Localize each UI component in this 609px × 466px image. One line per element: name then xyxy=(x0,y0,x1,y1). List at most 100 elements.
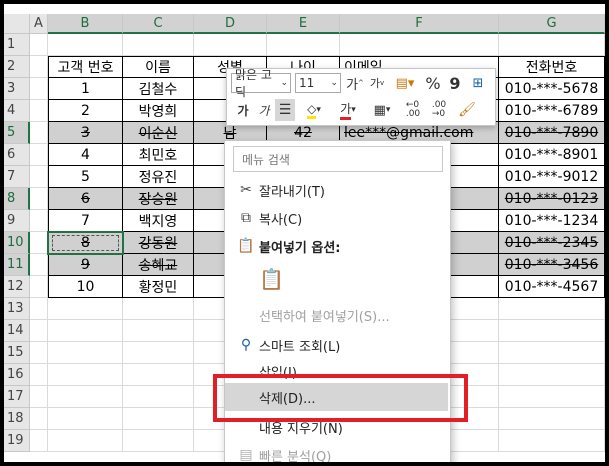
cell[interactable] xyxy=(267,34,340,56)
table-cell[interactable]: 3 xyxy=(48,122,123,144)
column-header-e[interactable]: E xyxy=(267,14,340,34)
table-cell[interactable]: 김철수 xyxy=(123,78,194,100)
table-cell[interactable]: 010-***-9012 xyxy=(499,166,605,188)
cell[interactable] xyxy=(30,320,48,342)
align-center-icon[interactable]: ☰ xyxy=(275,99,295,121)
row-header-3[interactable]: 3 xyxy=(4,78,30,100)
row-header-2[interactable]: 2 xyxy=(4,56,30,78)
row-header-8[interactable]: 8 xyxy=(4,188,30,210)
cell[interactable] xyxy=(123,34,194,56)
cell[interactable] xyxy=(30,34,48,56)
cell[interactable] xyxy=(123,320,194,342)
column-header-a[interactable]: A xyxy=(30,14,48,34)
table-cell[interactable]: 정유진 xyxy=(123,166,194,188)
percent-button[interactable]: % xyxy=(423,73,443,93)
cell[interactable] xyxy=(48,342,123,364)
table-header-cell[interactable]: 고객 번호 xyxy=(48,56,123,78)
row-header-9[interactable]: 9 xyxy=(4,210,30,232)
cell[interactable] xyxy=(499,298,605,320)
table-cell[interactable]: 010-***-1234 xyxy=(499,210,605,232)
table-cell[interactable]: 9 xyxy=(48,254,123,276)
table-cell[interactable]: 박영희 xyxy=(123,100,194,122)
column-header-c[interactable]: C xyxy=(123,14,194,34)
cell[interactable] xyxy=(48,298,123,320)
row-header-4[interactable]: 4 xyxy=(4,100,30,122)
fill-color-icon[interactable]: ◇ ▾ xyxy=(299,99,329,121)
cell[interactable] xyxy=(48,364,123,386)
merge-icon[interactable]: ⊞ xyxy=(467,73,489,93)
menu-item-quick-analysis[interactable]: ▤ 빠른 분석(Q) xyxy=(225,441,448,462)
table-cell[interactable]: 2 xyxy=(48,100,123,122)
paste-button[interactable]: 📋 xyxy=(225,261,448,297)
cell[interactable] xyxy=(48,430,123,452)
font-name-box[interactable]: 맑은 고딕 ⌄ xyxy=(231,68,291,99)
table-cell[interactable]: 10 xyxy=(48,276,123,298)
row-header-5[interactable]: 5 xyxy=(4,122,30,144)
table-header-cell[interactable]: 이름 xyxy=(123,56,194,78)
italic-button[interactable]: 가 xyxy=(254,99,274,121)
cell[interactable] xyxy=(499,408,605,430)
column-header-b[interactable]: B xyxy=(48,14,123,34)
column-header-d[interactable]: D xyxy=(194,14,267,34)
borders-icon[interactable]: ▦ ▾ xyxy=(367,99,397,121)
table-cell[interactable]: 010-***-0123 xyxy=(499,188,605,210)
table-cell[interactable]: 010-***-5678 xyxy=(499,78,605,100)
cell[interactable] xyxy=(30,144,48,166)
column-header-f[interactable]: F xyxy=(340,14,499,34)
cell[interactable] xyxy=(499,364,605,386)
cell[interactable] xyxy=(499,430,605,452)
row-header-14[interactable]: 14 xyxy=(4,320,30,342)
table-cell[interactable]: 강동원 xyxy=(123,232,194,254)
table-cell[interactable]: 7 xyxy=(48,210,123,232)
row-header-15[interactable]: 15 xyxy=(4,342,30,364)
cell[interactable] xyxy=(30,166,48,188)
menu-item-paste-special[interactable]: 선택하여 붙여넣기(S)... xyxy=(225,301,448,329)
cell[interactable] xyxy=(48,408,123,430)
table-cell[interactable]: 장승원 xyxy=(123,188,194,210)
row-header-18[interactable]: 18 xyxy=(4,408,30,430)
grow-font-button[interactable]: 가 ^ xyxy=(345,73,365,93)
cell[interactable] xyxy=(30,122,48,144)
row-header-6[interactable]: 6 xyxy=(4,144,30,166)
cell[interactable] xyxy=(499,34,605,56)
table-header-cell[interactable]: 전화번호 xyxy=(499,56,605,78)
row-header-16[interactable]: 16 xyxy=(4,364,30,386)
column-header-g[interactable]: G xyxy=(499,14,605,34)
table-cell[interactable]: 4 xyxy=(48,144,123,166)
shrink-font-button[interactable]: 가v xyxy=(367,73,387,93)
bold-button[interactable]: 가 xyxy=(233,99,253,121)
table-cell[interactable]: 010-***-4567 xyxy=(499,276,605,298)
table-cell[interactable]: 이순신 xyxy=(123,122,194,144)
table-cell[interactable]: 백지영 xyxy=(123,210,194,232)
row-header-1[interactable]: 1 xyxy=(4,34,30,56)
cell[interactable] xyxy=(30,386,48,408)
cell[interactable] xyxy=(48,34,123,56)
row-header-12[interactable]: 12 xyxy=(4,276,30,298)
row-header-17[interactable]: 17 xyxy=(4,386,30,408)
cell[interactable] xyxy=(123,364,194,386)
table-cell[interactable]: 010-***-6789 xyxy=(499,100,605,122)
format-painter-icon[interactable]: 🖌 xyxy=(455,99,479,121)
cell[interactable] xyxy=(48,320,123,342)
menu-item-copy[interactable]: ⧉ 복사(C) xyxy=(225,204,448,232)
accounting-format-icon[interactable]: ▤▾ xyxy=(391,73,419,93)
comma-style-button[interactable]: 9 xyxy=(445,73,465,93)
cell[interactable] xyxy=(30,408,48,430)
cell[interactable] xyxy=(48,386,123,408)
row-header-11[interactable]: 11 xyxy=(4,254,30,276)
menu-search-input[interactable]: 메뉴 검색 xyxy=(233,146,443,172)
row-header-19[interactable]: 19 xyxy=(4,430,30,452)
table-cell[interactable]: 최민호 xyxy=(123,144,194,166)
cell[interactable] xyxy=(30,100,48,122)
cell[interactable] xyxy=(30,276,48,298)
cell[interactable] xyxy=(340,34,499,56)
cell[interactable] xyxy=(499,386,605,408)
select-all-corner[interactable] xyxy=(4,14,30,34)
cell[interactable] xyxy=(194,34,267,56)
table-cell[interactable]: 010-***-3456 xyxy=(499,254,605,276)
cell[interactable] xyxy=(30,188,48,210)
cell[interactable] xyxy=(30,78,48,100)
table-cell[interactable]: 황정민 xyxy=(123,276,194,298)
table-cell[interactable]: 송혜교 xyxy=(123,254,194,276)
table-cell[interactable]: 8 xyxy=(48,232,123,254)
